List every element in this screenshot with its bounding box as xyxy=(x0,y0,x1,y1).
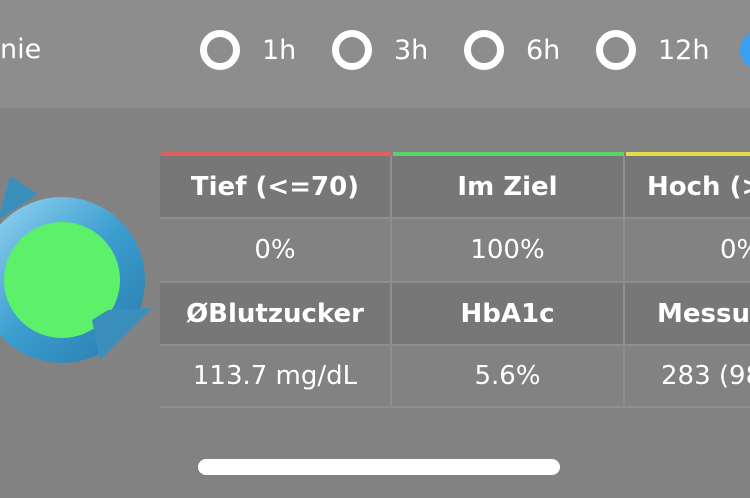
value-measurements: 283 (98 xyxy=(625,346,750,408)
header-avg-glucose: ØBlutzucker xyxy=(160,283,392,346)
range-label: 3h xyxy=(394,34,429,66)
range-label: 12h xyxy=(658,34,710,66)
range-option-selected[interactable] xyxy=(740,22,750,78)
range-label: 6h xyxy=(526,34,561,66)
range-option-12h[interactable]: 12h xyxy=(596,22,709,78)
range-bar-left-label: nie xyxy=(0,34,42,65)
header-low: Tief (<=70) xyxy=(160,156,392,219)
home-indicator[interactable] xyxy=(198,459,560,475)
header-in-range: Im Ziel xyxy=(392,156,625,219)
radio-icon[interactable] xyxy=(596,30,636,70)
refresh-cycle-logo-icon xyxy=(0,176,152,363)
header-measurements: Messu xyxy=(625,283,750,346)
radio-icon[interactable] xyxy=(200,30,240,70)
range-option-6h[interactable]: 6h xyxy=(464,22,560,78)
header-high: Hoch (> xyxy=(625,156,750,219)
range-option-3h[interactable]: 3h xyxy=(332,22,428,78)
range-option-1h[interactable]: 1h xyxy=(200,22,296,78)
header-hba1c: HbA1c xyxy=(392,283,625,346)
time-range-bar: nie 1h 3h 6h 12h xyxy=(0,0,750,108)
value-low: 0% xyxy=(160,219,392,283)
radio-selected-icon[interactable] xyxy=(740,30,750,70)
radio-icon[interactable] xyxy=(464,30,504,70)
radio-icon[interactable] xyxy=(332,30,372,70)
range-label: 1h xyxy=(262,34,297,66)
value-in-range: 100% xyxy=(392,219,625,283)
value-high: 0% xyxy=(625,219,750,283)
value-hba1c: 5.6% xyxy=(392,346,625,408)
value-avg-glucose: 113.7 mg/dL xyxy=(160,346,392,408)
